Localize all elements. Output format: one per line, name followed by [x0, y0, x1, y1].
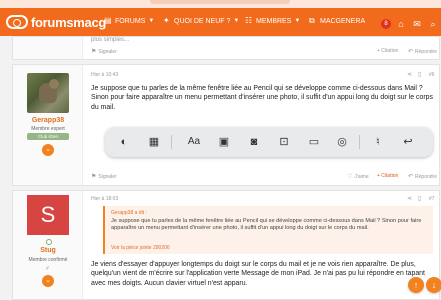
table-icon[interactable]: ▦ [147, 135, 161, 149]
nav-whats-new-label: QUOI DE NEUF ? [174, 17, 231, 25]
quote-author[interactable]: Gerapp38 a dit : [111, 210, 147, 216]
reply-button[interactable]: ↶ Répondre [408, 48, 437, 56]
bell-icon[interactable]: ⌂ [396, 19, 406, 29]
keyboard-shortcut-bar: ◐ ▦ Aa ▣ ◙ ⊡ ▭ ◎ ♮ ↩ [105, 127, 433, 157]
post-date[interactable]: Hier à 18:03 [91, 196, 118, 202]
chevron-down-icon: ▼ [294, 18, 301, 24]
expand-user-button[interactable]: ⌄ [42, 275, 54, 287]
username[interactable]: Gerapp38 [13, 117, 83, 124]
avatar[interactable]: S [27, 195, 69, 235]
handwriting-icon[interactable]: ◐ [117, 135, 131, 149]
report-label: Signaler [98, 48, 117, 55]
quote-button[interactable]: + Citation [377, 48, 398, 54]
notification-badge[interactable]: 8 [381, 19, 391, 29]
scan-text-icon[interactable]: ⊡ [277, 135, 291, 149]
post-number[interactable]: #7 [429, 196, 435, 202]
reply-label: Répondre [415, 173, 437, 180]
post-previous: plus simples... ⚑ Signaler + Citation ↶ Ré… [12, 36, 440, 60]
scroll-down-button[interactable]: ↓ [426, 277, 441, 293]
chat-icon: ▤ [104, 16, 112, 25]
user-pane: Gerapp38 Membre expert Club iGen ⌄ [13, 65, 83, 185]
report-label: Signaler [98, 173, 117, 180]
toolbar-separator [359, 135, 360, 149]
nav-members-label: MEMBRES [256, 17, 292, 25]
post-text-tail: plus simples... [91, 37, 130, 43]
reply-button[interactable]: ↶ Répondre [408, 173, 437, 181]
user-role: Membre confirmé [28, 257, 68, 263]
flag-icon: ⚑ [91, 174, 97, 180]
report-link[interactable]: ⚑ Signaler [91, 48, 117, 56]
nav-macgeneration-label: MACGENERA [320, 17, 366, 25]
camera-icon[interactable]: ◙ [247, 135, 261, 149]
markup-icon[interactable]: ◎ [335, 135, 349, 149]
quote-label: + Citation [377, 48, 399, 54]
nav-members[interactable]: ☷ MEMBRES ▼ [245, 17, 300, 25]
share-icon[interactable]: ⋖ [407, 195, 412, 202]
url-bar[interactable] [150, 0, 290, 4]
quote-label: + Citation [377, 173, 399, 179]
post-number[interactable]: #6 [429, 72, 435, 78]
return-icon[interactable]: ↩ [401, 135, 415, 149]
bookmark-icon[interactable]: ▯ [418, 71, 421, 78]
expand-user-button[interactable]: ⌄ [42, 144, 54, 156]
chevron-down-icon: ▼ [233, 18, 240, 24]
reply-icon: ↶ [408, 174, 414, 180]
nav-forums-label: FORUMS [115, 17, 146, 25]
gender-icon: ♂ [45, 266, 50, 272]
user-pane [13, 37, 83, 59]
online-status-icon [46, 239, 52, 245]
post-body: Je suppose que tu parles de la même fenê… [91, 85, 433, 111]
attachment-link[interactable]: Voir la pièce jointe 290206 [111, 245, 170, 251]
browser-top-strip [0, 0, 441, 8]
post-body: Je viens d'essayer d'appuyer longtemps d… [91, 261, 425, 287]
quote-button[interactable]: + Citation [377, 173, 398, 179]
nav-forums[interactable]: ▤ FORUMS ▼ [104, 17, 154, 25]
search-icon[interactable]: ⌕ [428, 19, 438, 29]
post-date[interactable]: Hier à 10:43 [91, 72, 118, 78]
flag-icon: ⚑ [91, 49, 97, 55]
bookmark-icon[interactable]: ▯ [418, 195, 421, 202]
reply-label: Répondre [415, 48, 437, 55]
external-icon: ⧉ [309, 16, 315, 25]
toolbar-separator [171, 135, 172, 149]
reply-icon: ↶ [408, 49, 414, 55]
main-nav: forumsmacg ▤ FORUMS ▼ ✦ QUOI DE NEUF ? ▼… [0, 8, 441, 36]
quote-block: Gerapp38 a dit : Je suppose que tu parle… [103, 206, 433, 254]
thumbs-up-icon: ♡ [347, 174, 353, 180]
spark-icon: ✦ [163, 16, 170, 25]
like-label: J'aime [354, 173, 369, 180]
mail-icon[interactable]: ✉ [412, 19, 422, 29]
quote-text: Je suppose que tu parles de la même fenê… [111, 218, 422, 232]
report-link[interactable]: ⚑ Signaler [91, 173, 117, 181]
group-icon: ☷ [245, 16, 253, 25]
nav-whats-new[interactable]: ✦ QUOI DE NEUF ? ▼ [163, 17, 239, 25]
brand-name: forumsmacg [31, 14, 107, 30]
brand-logo[interactable]: forumsmacg [6, 14, 106, 30]
post-gerapp38: Gerapp38 Membre expert Club iGen ⌄ Hier … [12, 64, 440, 186]
post-stug: S Stug Membre confirmé ♂ ⌄ Hier à 18:03 … [12, 190, 440, 300]
photo-library-icon[interactable]: ▣ [217, 135, 231, 149]
user-role: Membre expert [31, 126, 65, 132]
like-button[interactable]: ♡ J'aime [347, 173, 369, 181]
nav-macgeneration[interactable]: ⧉ MACGENERA [309, 17, 365, 25]
chevron-down-icon: ▼ [148, 18, 155, 24]
document-icon[interactable]: ▭ [307, 135, 321, 149]
username[interactable]: Stug [13, 247, 83, 254]
avatar[interactable] [27, 73, 69, 113]
user-badge: Club iGen [27, 133, 69, 140]
share-icon[interactable]: ⋖ [407, 71, 412, 78]
logo-mark-icon [6, 15, 28, 29]
scroll-up-button[interactable]: ↑ [408, 277, 424, 293]
user-pane: S Stug Membre confirmé ♂ ⌄ [13, 191, 83, 299]
text-format-icon[interactable]: Aa [187, 135, 201, 149]
microphone-icon[interactable]: ♮ [371, 135, 385, 149]
